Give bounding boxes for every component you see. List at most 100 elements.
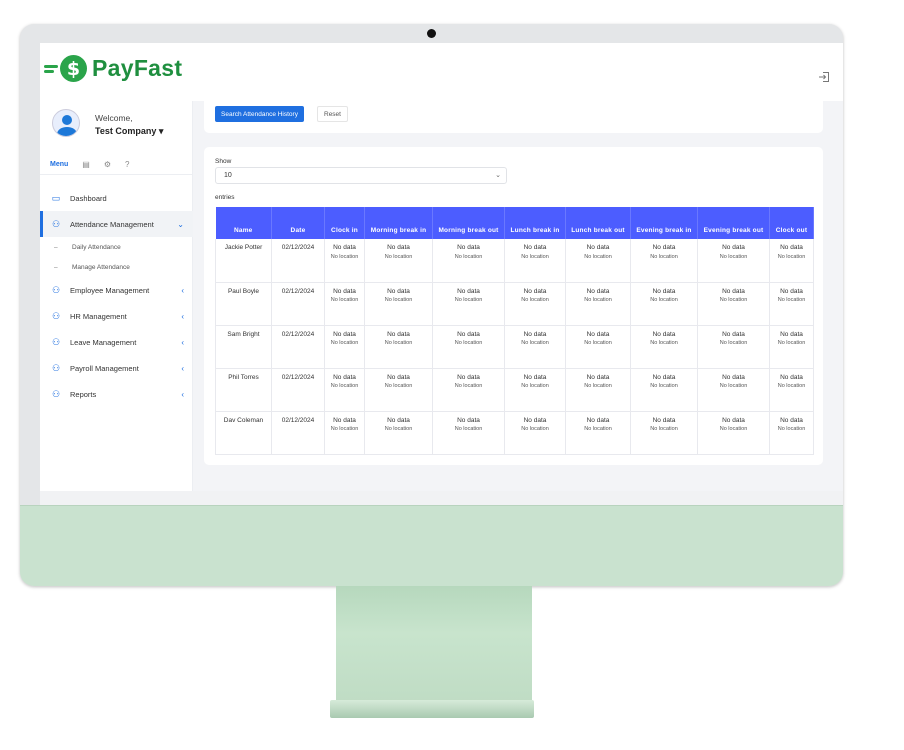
column-header[interactable]: Name (215, 207, 272, 239)
reset-button[interactable]: Reset (317, 106, 348, 122)
sidebar-item-attendance[interactable]: ⚇ Attendance Management ⌄ (40, 211, 193, 237)
cell-attendance: No data No location (565, 368, 631, 412)
camera-icon (427, 29, 436, 38)
cell-location: No location (719, 297, 748, 304)
cell-location: No location (454, 253, 483, 260)
cell-date: 02/12/2024 (271, 282, 325, 326)
column-header[interactable]: Evening break out (697, 207, 770, 239)
cell-value: No data (722, 416, 745, 424)
sidebar-item-label: Dashboard (70, 193, 107, 203)
gear-icon[interactable]: ⚙ (104, 160, 111, 169)
cell-attendance: No data No location (504, 325, 566, 369)
dollar-coin-icon: $ (60, 55, 87, 82)
cell-value: No data (523, 244, 547, 251)
sidebar-item-dashboard[interactable]: ▭ Dashboard (40, 185, 193, 211)
cell-attendance: No data No location (432, 282, 505, 326)
column-header[interactable]: Evening break in (630, 207, 698, 239)
logout-icon[interactable] (818, 71, 830, 83)
cell-date: 02/12/2024 (271, 239, 325, 283)
cell-attendance: No data No location (432, 368, 505, 412)
cell-location: No location (521, 297, 549, 304)
cell-location: No location (521, 383, 549, 390)
column-header[interactable]: Lunch break in (504, 207, 566, 239)
book-icon[interactable]: ▤ (82, 160, 90, 169)
app-screen: $ PayFast Welcome, Test Company ▾ Menu ▤… (40, 43, 843, 491)
monitor-stand (336, 586, 532, 704)
sidebar-item-label: Employee Management (70, 285, 150, 295)
sidebar-subitem-manage[interactable]: – Manage Attendance (40, 257, 193, 277)
brand-name: PayFast (92, 55, 183, 81)
cell-attendance: No data No location (324, 282, 365, 326)
cell-attendance: No data No location (769, 325, 814, 369)
cell-location: No location (454, 383, 483, 390)
cell-attendance: No data No location (324, 325, 365, 369)
sidebar-item-payroll[interactable]: ⚇ Payroll Management ‹ (40, 355, 193, 381)
cell-name: Sam Bright (215, 325, 272, 369)
cell-value: No data (387, 373, 410, 381)
search-history-button[interactable]: Search Attendance History (215, 106, 304, 122)
cell-location: No location (777, 297, 806, 304)
sidebar-item-employee[interactable]: ⚇ Employee Management ‹ (40, 277, 193, 303)
sidebar-item-leave[interactable]: ⚇ Leave Management ‹ (40, 329, 193, 355)
cell-location: No location (584, 253, 612, 260)
sidebar-nav: ▭ Dashboard ⚇ Attendance Management ⌄ – D… (40, 185, 193, 407)
cell-value: No data (780, 373, 803, 381)
column-header[interactable]: Lunch break out (565, 207, 631, 239)
user-panel[interactable]: Welcome, Test Company ▾ (52, 109, 163, 137)
cell-location: No location (650, 426, 678, 433)
entries-select-value: 10 (224, 172, 232, 179)
cell-name: Phil Torres (215, 368, 272, 412)
cell-location: No location (584, 426, 612, 433)
company-dropdown[interactable]: Test Company ▾ (95, 126, 163, 137)
cell-attendance: No data No location (630, 239, 698, 283)
chevron-left-icon: ‹ (181, 363, 184, 373)
column-header[interactable]: Clock in (324, 207, 365, 239)
cell-attendance: No data No location (504, 282, 566, 326)
cell-value: No data (586, 416, 610, 424)
chevron-left-icon: ‹ (181, 311, 184, 321)
cell-attendance: No data No location (324, 239, 365, 283)
sidebar-item-hr[interactable]: ⚇ HR Management ‹ (40, 303, 193, 329)
sidebar: Welcome, Test Company ▾ Menu ▤ ⚙ ? ▭ Das… (40, 101, 193, 491)
column-header[interactable]: Morning break out (432, 207, 505, 239)
cell-name: Dav Coleman (215, 411, 272, 455)
sidebar-subitem-daily[interactable]: – Daily Attendance (40, 237, 193, 257)
cell-attendance: No data No location (697, 325, 770, 369)
entries-label: entries (215, 194, 235, 201)
sidebar-item-reports[interactable]: ⚇ Reports ‹ (40, 381, 193, 407)
cell-attendance: No data No location (504, 411, 566, 455)
cell-attendance: No data No location (630, 368, 698, 412)
chevron-down-icon: ⌄ (177, 219, 184, 229)
table-header-row: Name Date Clock in Morning break in Morn… (215, 207, 814, 239)
chevron-down-icon: ⌄ (495, 172, 501, 179)
cell-attendance: No data No location (630, 282, 698, 326)
tab-menu[interactable]: Menu (50, 161, 68, 168)
column-header[interactable]: Morning break in (364, 207, 433, 239)
users-icon: ⚇ (51, 362, 61, 373)
cell-value: No data (652, 244, 676, 251)
main-content: Search Attendance History Reset Show 10 … (193, 101, 843, 491)
column-header[interactable]: Date (271, 207, 325, 239)
cell-value: No data (523, 373, 547, 381)
column-header[interactable]: Clock out (769, 207, 814, 239)
cell-attendance: No data No location (364, 411, 433, 455)
table-row: Paul Boyle 02/12/2024 No data No location No… (215, 282, 814, 326)
help-icon[interactable]: ? (125, 160, 129, 169)
cell-name: Jackie Potter (215, 239, 272, 283)
cell-location: No location (777, 253, 806, 260)
cell-location: No location (650, 253, 678, 260)
screen-bezel (40, 491, 843, 505)
cell-date: 02/12/2024 (271, 411, 325, 455)
cell-value: No data (722, 244, 745, 251)
cell-location: No location (454, 426, 483, 433)
cell-location: No location (384, 383, 413, 390)
cell-location: No location (454, 297, 483, 304)
cell-location: No location (521, 253, 549, 260)
cell-attendance: No data No location (324, 368, 365, 412)
table-row: Dav Coleman 02/12/2024 No data No location N… (215, 411, 814, 455)
cell-value: No data (652, 373, 676, 381)
brand-logo[interactable]: $ PayFast (44, 55, 182, 82)
cell-value: No data (523, 416, 547, 424)
entries-select[interactable]: 10 ⌄ (215, 167, 507, 184)
cell-attendance: No data No location (565, 239, 631, 283)
